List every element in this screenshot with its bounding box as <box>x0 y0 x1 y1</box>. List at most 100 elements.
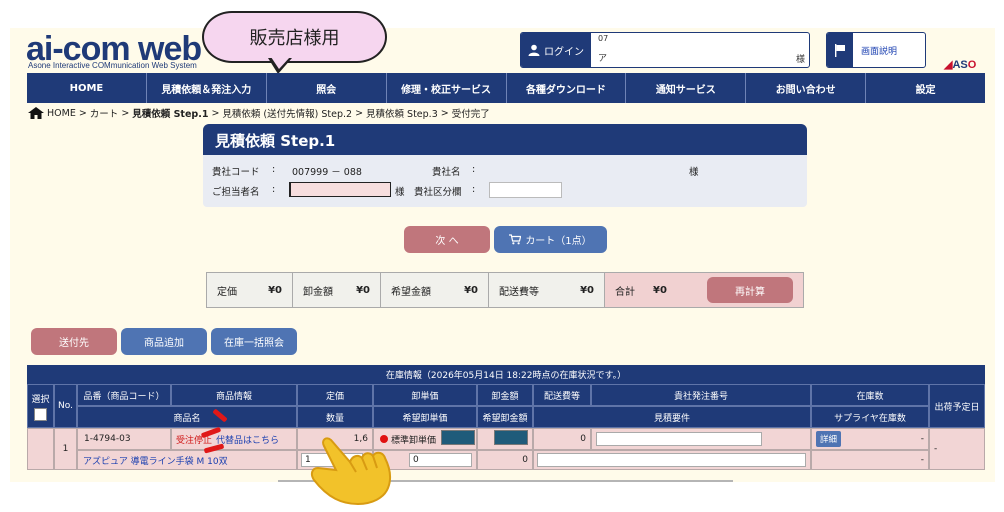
home-icon[interactable] <box>28 107 44 119</box>
wholesale-amt-box <box>494 430 528 445</box>
col-no: No. <box>54 384 77 428</box>
nav-downloads[interactable]: 各種ダウンロード <box>507 73 627 103</box>
crumb-sep: > <box>355 107 364 119</box>
nav-home[interactable]: HOME <box>27 73 147 103</box>
col-order-no: 貴社発注番号 <box>591 384 811 406</box>
colon: : <box>272 164 276 175</box>
next-button[interactable]: 次 へ <box>404 226 490 253</box>
detail-button[interactable]: 詳細 <box>816 431 842 447</box>
col-wholesale-amt: 卸金額 <box>477 384 533 406</box>
row-no: 1 <box>54 428 77 470</box>
desired-unit-input[interactable]: 0 <box>409 453 472 467</box>
crumb-sep: > <box>121 107 130 119</box>
row-select-cell[interactable] <box>27 428 54 470</box>
nav-notifications[interactable]: 通知サービス <box>626 73 747 103</box>
colon: : <box>472 184 476 195</box>
row-item-name[interactable]: アズピュア 導電ライン手袋 M 10双 <box>77 450 297 470</box>
recalc-button[interactable]: 再計算 <box>707 277 793 303</box>
cart-button[interactable]: カート（1点） <box>494 226 607 253</box>
col-ship-date: 出荷予定日 <box>929 384 985 428</box>
company-honorific: 様 <box>689 167 699 178</box>
nav-inquiry[interactable]: 照会 <box>267 73 387 103</box>
crumb-step2: 見積依頼 (送付先情報) Step.2 <box>222 109 353 120</box>
desired-label: 希望金額 <box>391 286 431 298</box>
col-price: 定価 <box>297 384 373 406</box>
list-price-label: 定価 <box>217 286 237 298</box>
list-price-value: ¥0 <box>268 284 282 296</box>
order-no-input[interactable] <box>596 432 762 446</box>
nav-repair[interactable]: 修理・校正サービス <box>387 73 507 103</box>
wholesale-value: ¥0 <box>356 284 370 296</box>
crumb-sep: > <box>78 107 87 119</box>
help-icon-box[interactable] <box>827 33 853 67</box>
stock-check-button[interactable]: 在庫一括照会 <box>211 328 297 355</box>
unit-price-box <box>441 430 475 445</box>
help-link[interactable]: 画面説明 <box>861 44 897 57</box>
quote-req-input[interactable] <box>537 453 806 467</box>
brand-text-b: O <box>967 59 977 71</box>
total-value: ¥0 <box>653 284 667 296</box>
recalc-label: 再計算 <box>735 286 765 298</box>
wholesale-label: 卸金額 <box>303 286 333 298</box>
col-shipping: 配送費等 <box>533 384 591 406</box>
crumb-step1: 見積依頼 Step.1 <box>132 109 209 120</box>
cart-icon <box>509 234 522 245</box>
select-header-label: 選択 <box>31 394 50 405</box>
total-sum: 合計 ¥0 再計算 <box>605 273 803 307</box>
alternative-link[interactable]: 代替品はこちら <box>216 433 279 446</box>
crumb-home[interactable]: HOME <box>47 108 76 119</box>
flag-icon <box>835 43 845 57</box>
login-company: ア <box>598 54 608 64</box>
brand-logo: ◢ASO <box>944 58 976 71</box>
col-desired-amt: 希望卸金額 <box>477 406 533 428</box>
dealer-bubble: 販売店様用 <box>202 11 387 63</box>
row-stock: 詳細 - <box>811 428 929 450</box>
person-input[interactable] <box>289 182 391 197</box>
division-input[interactable] <box>489 182 562 198</box>
bubble-label: 販売店様用 <box>249 28 340 49</box>
step-body <box>203 155 807 207</box>
colon: : <box>472 164 476 175</box>
row-ship-date: - <box>929 428 985 470</box>
col-stock: 在庫数 <box>811 384 929 406</box>
select-all-checkbox[interactable] <box>34 407 47 421</box>
shipping-value: ¥0 <box>580 284 594 296</box>
row-item-status: 受注停止 代替品はこちら <box>171 428 297 450</box>
crumb-sep: > <box>440 107 449 119</box>
crumb-done: 受付完了 <box>451 109 490 120</box>
row-desired-amt: 0 <box>477 450 533 470</box>
totals-bar: 定価 ¥0 卸金額 ¥0 希望金額 ¥0 配送費等 ¥0 合計 ¥0 再計算 <box>206 272 804 308</box>
total-shipping: 配送費等 ¥0 <box>489 273 605 307</box>
company-code-value: 007999 － 088 <box>292 167 362 178</box>
nav-quote-order[interactable]: 見積依頼＆発注入力 <box>147 73 267 103</box>
breadcrumb: HOME > カート > 見積依頼 Step.1 > 見積依頼 (送付先情報) … <box>28 106 490 120</box>
company-name-label: 貴社名 <box>432 167 461 178</box>
bubble-tail-fill <box>271 57 290 69</box>
brand-text-a: AS <box>952 59 968 71</box>
col-select: 選択 <box>27 384 54 428</box>
col-item-code: 品番（商品コード） <box>77 384 171 406</box>
ship-to-button[interactable]: 送付先 <box>31 328 117 355</box>
total-list-price: 定価 ¥0 <box>207 273 293 307</box>
login-button[interactable]: ログイン <box>521 33 591 67</box>
login-label: ログイン <box>544 46 584 58</box>
desired-value: ¥0 <box>464 284 478 296</box>
login-code: 07 <box>598 34 609 43</box>
pointing-hand-icon <box>310 437 392 506</box>
nav-contact[interactable]: お問い合わせ <box>746 73 867 103</box>
company-code-label: 貴社コード <box>212 167 260 178</box>
row-item-code: 1-4794-03 <box>77 428 171 450</box>
logo-subtitle: Asone Interactive COMmunication Web Syst… <box>28 61 197 70</box>
total-label: 合計 <box>615 286 635 298</box>
crumb-cart[interactable]: カート <box>90 106 119 120</box>
nav-settings[interactable]: 設定 <box>866 73 985 103</box>
person-label: ご担当者名 <box>212 187 260 198</box>
login-honorific: 様 <box>796 55 806 65</box>
total-wholesale: 卸金額 ¥0 <box>293 273 381 307</box>
add-item-label: 商品追加 <box>144 338 184 349</box>
add-item-button[interactable]: 商品追加 <box>121 328 207 355</box>
step-title: 見積依頼 Step.1 <box>203 124 807 155</box>
total-desired: 希望金額 ¥0 <box>381 273 489 307</box>
col-item-name: 商品名 <box>77 406 297 428</box>
company-name-value <box>490 164 500 178</box>
